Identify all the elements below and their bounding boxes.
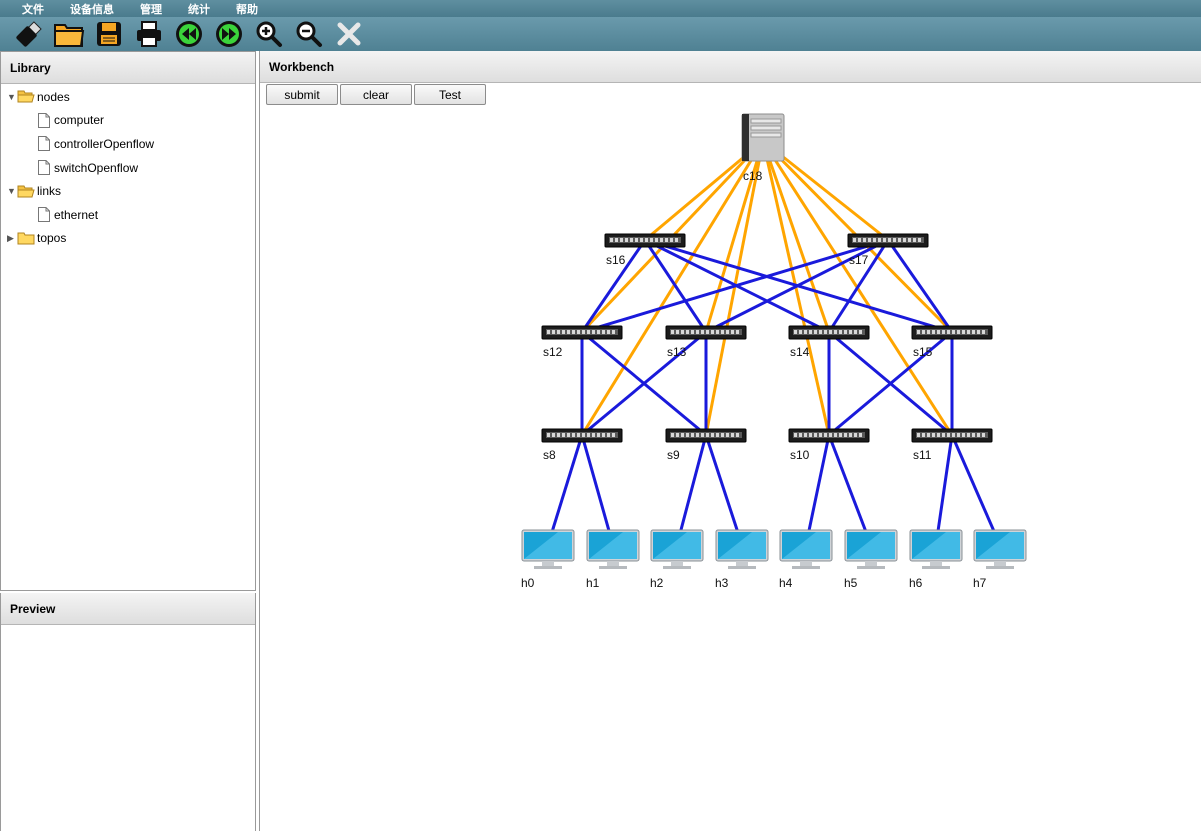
link-s9-h2[interactable] <box>675 434 708 546</box>
host-h7[interactable]: h7 <box>973 529 1027 590</box>
tree-label: topos <box>37 231 67 246</box>
switch-label: s14 <box>790 345 810 359</box>
switch-label: s10 <box>790 448 810 462</box>
tree-folder-links[interactable]: ▼ links <box>1 179 255 203</box>
host-h3[interactable]: h3 <box>715 529 769 590</box>
preview-panel: Preview <box>0 593 256 831</box>
link-s10-h4[interactable] <box>804 434 831 546</box>
file-icon <box>38 160 50 176</box>
host-h6[interactable]: h6 <box>909 529 963 590</box>
folder-open-icon <box>17 185 35 198</box>
print-icon[interactable] <box>132 17 166 51</box>
link-s10-h5[interactable] <box>827 434 873 546</box>
tree-folder-topos[interactable]: ▶ topos <box>1 227 255 251</box>
host-label: h5 <box>844 576 858 590</box>
host-label: h1 <box>586 576 600 590</box>
tree-label: links <box>37 184 62 199</box>
close-icon[interactable] <box>332 17 366 51</box>
expand-arrow-icon[interactable]: ▼ <box>7 92 16 102</box>
collapse-arrow-icon[interactable]: ▶ <box>7 233 16 244</box>
switch-label: s9 <box>667 448 680 462</box>
link-s8-h1[interactable] <box>580 434 615 546</box>
menu-manage[interactable]: 管理 <box>140 1 162 17</box>
switch-label: s16 <box>606 253 626 267</box>
file-icon <box>38 136 50 152</box>
tree-item-controller-openflow[interactable]: controllerOpenflow <box>1 132 255 156</box>
switch-label: s12 <box>543 345 563 359</box>
link-s11-h6[interactable] <box>934 434 954 546</box>
host-label: h7 <box>973 576 987 590</box>
switch-s17[interactable]: s17 <box>847 233 929 267</box>
fast-forward-icon[interactable] <box>212 17 246 51</box>
switch-s8[interactable]: s8 <box>541 428 623 462</box>
host-h1[interactable]: h1 <box>586 529 640 590</box>
switch-label: s13 <box>667 345 687 359</box>
host-label: h2 <box>650 576 664 590</box>
switch-s9[interactable]: s9 <box>665 428 747 462</box>
switch-label: s8 <box>543 448 556 462</box>
file-icon <box>38 207 50 223</box>
link-s17-s15[interactable] <box>886 239 954 333</box>
tree-label: ethernet <box>54 207 99 222</box>
menu-bar: 文件 设备信息 管理 统计 帮助 <box>0 0 1201 17</box>
folder-open-icon[interactable] <box>52 17 86 51</box>
library-panel: Library ▼ nodes computer controllerOpenf… <box>0 51 256 591</box>
preview-title: Preview <box>1 593 255 625</box>
tree-item-computer[interactable]: computer <box>1 109 255 133</box>
tree-label: controllerOpenflow <box>54 136 155 151</box>
switch-label: s15 <box>913 345 933 359</box>
menu-statistics[interactable]: 统计 <box>188 1 210 17</box>
library-tree: ▼ nodes computer controllerOpenflow swit… <box>1 84 255 250</box>
usb-icon[interactable] <box>12 17 46 51</box>
file-icon <box>38 112 50 128</box>
menu-file[interactable]: 文件 <box>22 1 44 17</box>
tree-label: nodes <box>37 89 70 104</box>
host-label: h0 <box>521 576 535 590</box>
zoom-out-icon[interactable] <box>292 17 326 51</box>
menu-help[interactable]: 帮助 <box>236 1 258 17</box>
controller-label: c18 <box>743 169 763 183</box>
host-h0[interactable]: h0 <box>521 529 575 590</box>
zoom-in-icon[interactable] <box>252 17 286 51</box>
switch-s11[interactable]: s11 <box>911 428 993 462</box>
save-icon[interactable] <box>92 17 126 51</box>
menu-device-info[interactable]: 设备信息 <box>70 1 114 17</box>
rewind-icon[interactable] <box>172 17 206 51</box>
topology-canvas[interactable]: c18 s16 s17 s12 s13 s14 s15 s8 s9 s10 s11 h0 h1 h2 h3 h… <box>260 51 1201 831</box>
link-s9-h3[interactable] <box>704 434 744 546</box>
tree-label: computer <box>54 113 105 128</box>
tree-folder-nodes[interactable]: ▼ nodes <box>1 85 255 109</box>
folder-closed-icon <box>17 232 35 245</box>
folder-open-icon <box>17 90 35 103</box>
toolbar <box>0 17 1201 51</box>
host-h5[interactable]: h5 <box>844 529 898 590</box>
workbench-panel: Workbench submit clear Test c18 s16 s17 s12… <box>259 51 1201 831</box>
controller-c18[interactable]: c18 <box>741 113 785 183</box>
host-h4[interactable]: h4 <box>779 529 833 590</box>
host-label: h6 <box>909 576 923 590</box>
tree-item-switch-openflow[interactable]: switchOpenflow <box>1 156 255 180</box>
host-label: h4 <box>779 576 793 590</box>
host-label: h3 <box>715 576 729 590</box>
library-title: Library <box>1 52 255 84</box>
switch-label: s11 <box>913 448 932 462</box>
tree-item-ethernet[interactable]: ethernet <box>1 203 255 227</box>
link-s11-h7[interactable] <box>950 434 1002 546</box>
expand-arrow-icon[interactable]: ▼ <box>7 186 16 196</box>
switch-label: s17 <box>849 253 869 267</box>
host-h2[interactable]: h2 <box>650 529 704 590</box>
switch-s16[interactable]: s16 <box>604 233 686 267</box>
tree-label: switchOpenflow <box>54 160 139 175</box>
switch-s10[interactable]: s10 <box>788 428 870 462</box>
